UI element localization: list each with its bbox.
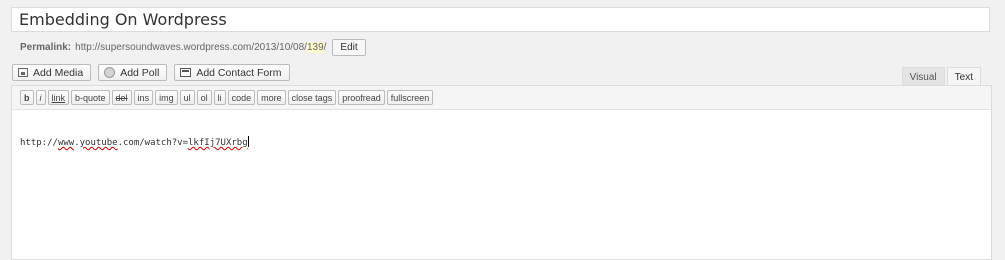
qt-italic-button[interactable]: i: [35, 90, 46, 105]
qt-proofread-button[interactable]: proofread: [338, 90, 385, 105]
permalink-url-suffix: /: [323, 42, 327, 53]
post-title-field[interactable]: [11, 7, 990, 32]
post-title-input[interactable]: [12, 8, 989, 31]
content-url-path: .com/watch?v=: [117, 138, 189, 148]
add-contact-form-label: Add Contact Form: [196, 66, 282, 79]
qt-ul-button[interactable]: ul: [179, 90, 195, 105]
content-text: http://www.youtube.com/watch?v=lkfIj7UXr…: [20, 138, 248, 148]
qt-bold-button[interactable]: b: [20, 90, 34, 105]
contact-form-icon: [180, 68, 192, 77]
post-content-textarea[interactable]: http://www.youtube.com/watch?v=lkfIj7UXr…: [20, 136, 249, 148]
permalink-label: Permalink:: [20, 42, 72, 53]
editor-tabs: Visual Text: [901, 67, 981, 86]
qt-fullscreen-button[interactable]: fullscreen: [386, 90, 434, 105]
tab-visual[interactable]: Visual: [901, 67, 945, 86]
content-url-domain: youtube: [79, 138, 118, 148]
qt-del-button[interactable]: del: [111, 90, 132, 105]
add-contact-form-button[interactable]: Add Contact Form: [174, 64, 290, 81]
poll-icon: [104, 67, 116, 78]
add-poll-button[interactable]: Add Poll: [98, 64, 168, 81]
permalink-row: Permalink: http://supersoundwaves.wordpr…: [20, 39, 366, 56]
add-poll-label: Add Poll: [120, 66, 160, 79]
qt-blockquote-button[interactable]: b-quote: [71, 90, 110, 105]
editor-area: b i link b-quote del ins img ul ol li co…: [11, 85, 992, 260]
tab-text[interactable]: Text: [946, 67, 981, 86]
edit-permalink-button[interactable]: Edit: [332, 39, 366, 56]
media-buttons: Add Media Add Poll Add Contact Form: [12, 64, 290, 81]
permalink-url-prefix: http://supersoundwaves.wordpress.com/201…: [75, 42, 307, 53]
quicktags-toolbar: b i link b-quote del ins img ul ol li co…: [12, 86, 991, 110]
add-media-label: Add Media: [33, 66, 84, 79]
content-url-scheme: http://: [20, 138, 58, 148]
qt-li-button[interactable]: li: [213, 90, 226, 105]
content-url-video-id: lkfIj7UXrbg: [188, 138, 248, 148]
qt-ins-button[interactable]: ins: [133, 90, 154, 105]
qt-link-button[interactable]: link: [47, 90, 70, 105]
permalink-slug[interactable]: 139: [306, 42, 324, 53]
text-caret: [247, 136, 249, 147]
qt-img-button[interactable]: img: [155, 90, 178, 105]
add-media-icon: [18, 68, 28, 77]
add-media-button[interactable]: Add Media: [12, 64, 92, 81]
qt-ol-button[interactable]: ol: [196, 90, 212, 105]
qt-code-button[interactable]: code: [227, 90, 256, 105]
qt-close-tags-button[interactable]: close tags: [287, 90, 337, 105]
qt-more-button[interactable]: more: [257, 90, 286, 105]
content-url-www: www: [57, 138, 75, 148]
